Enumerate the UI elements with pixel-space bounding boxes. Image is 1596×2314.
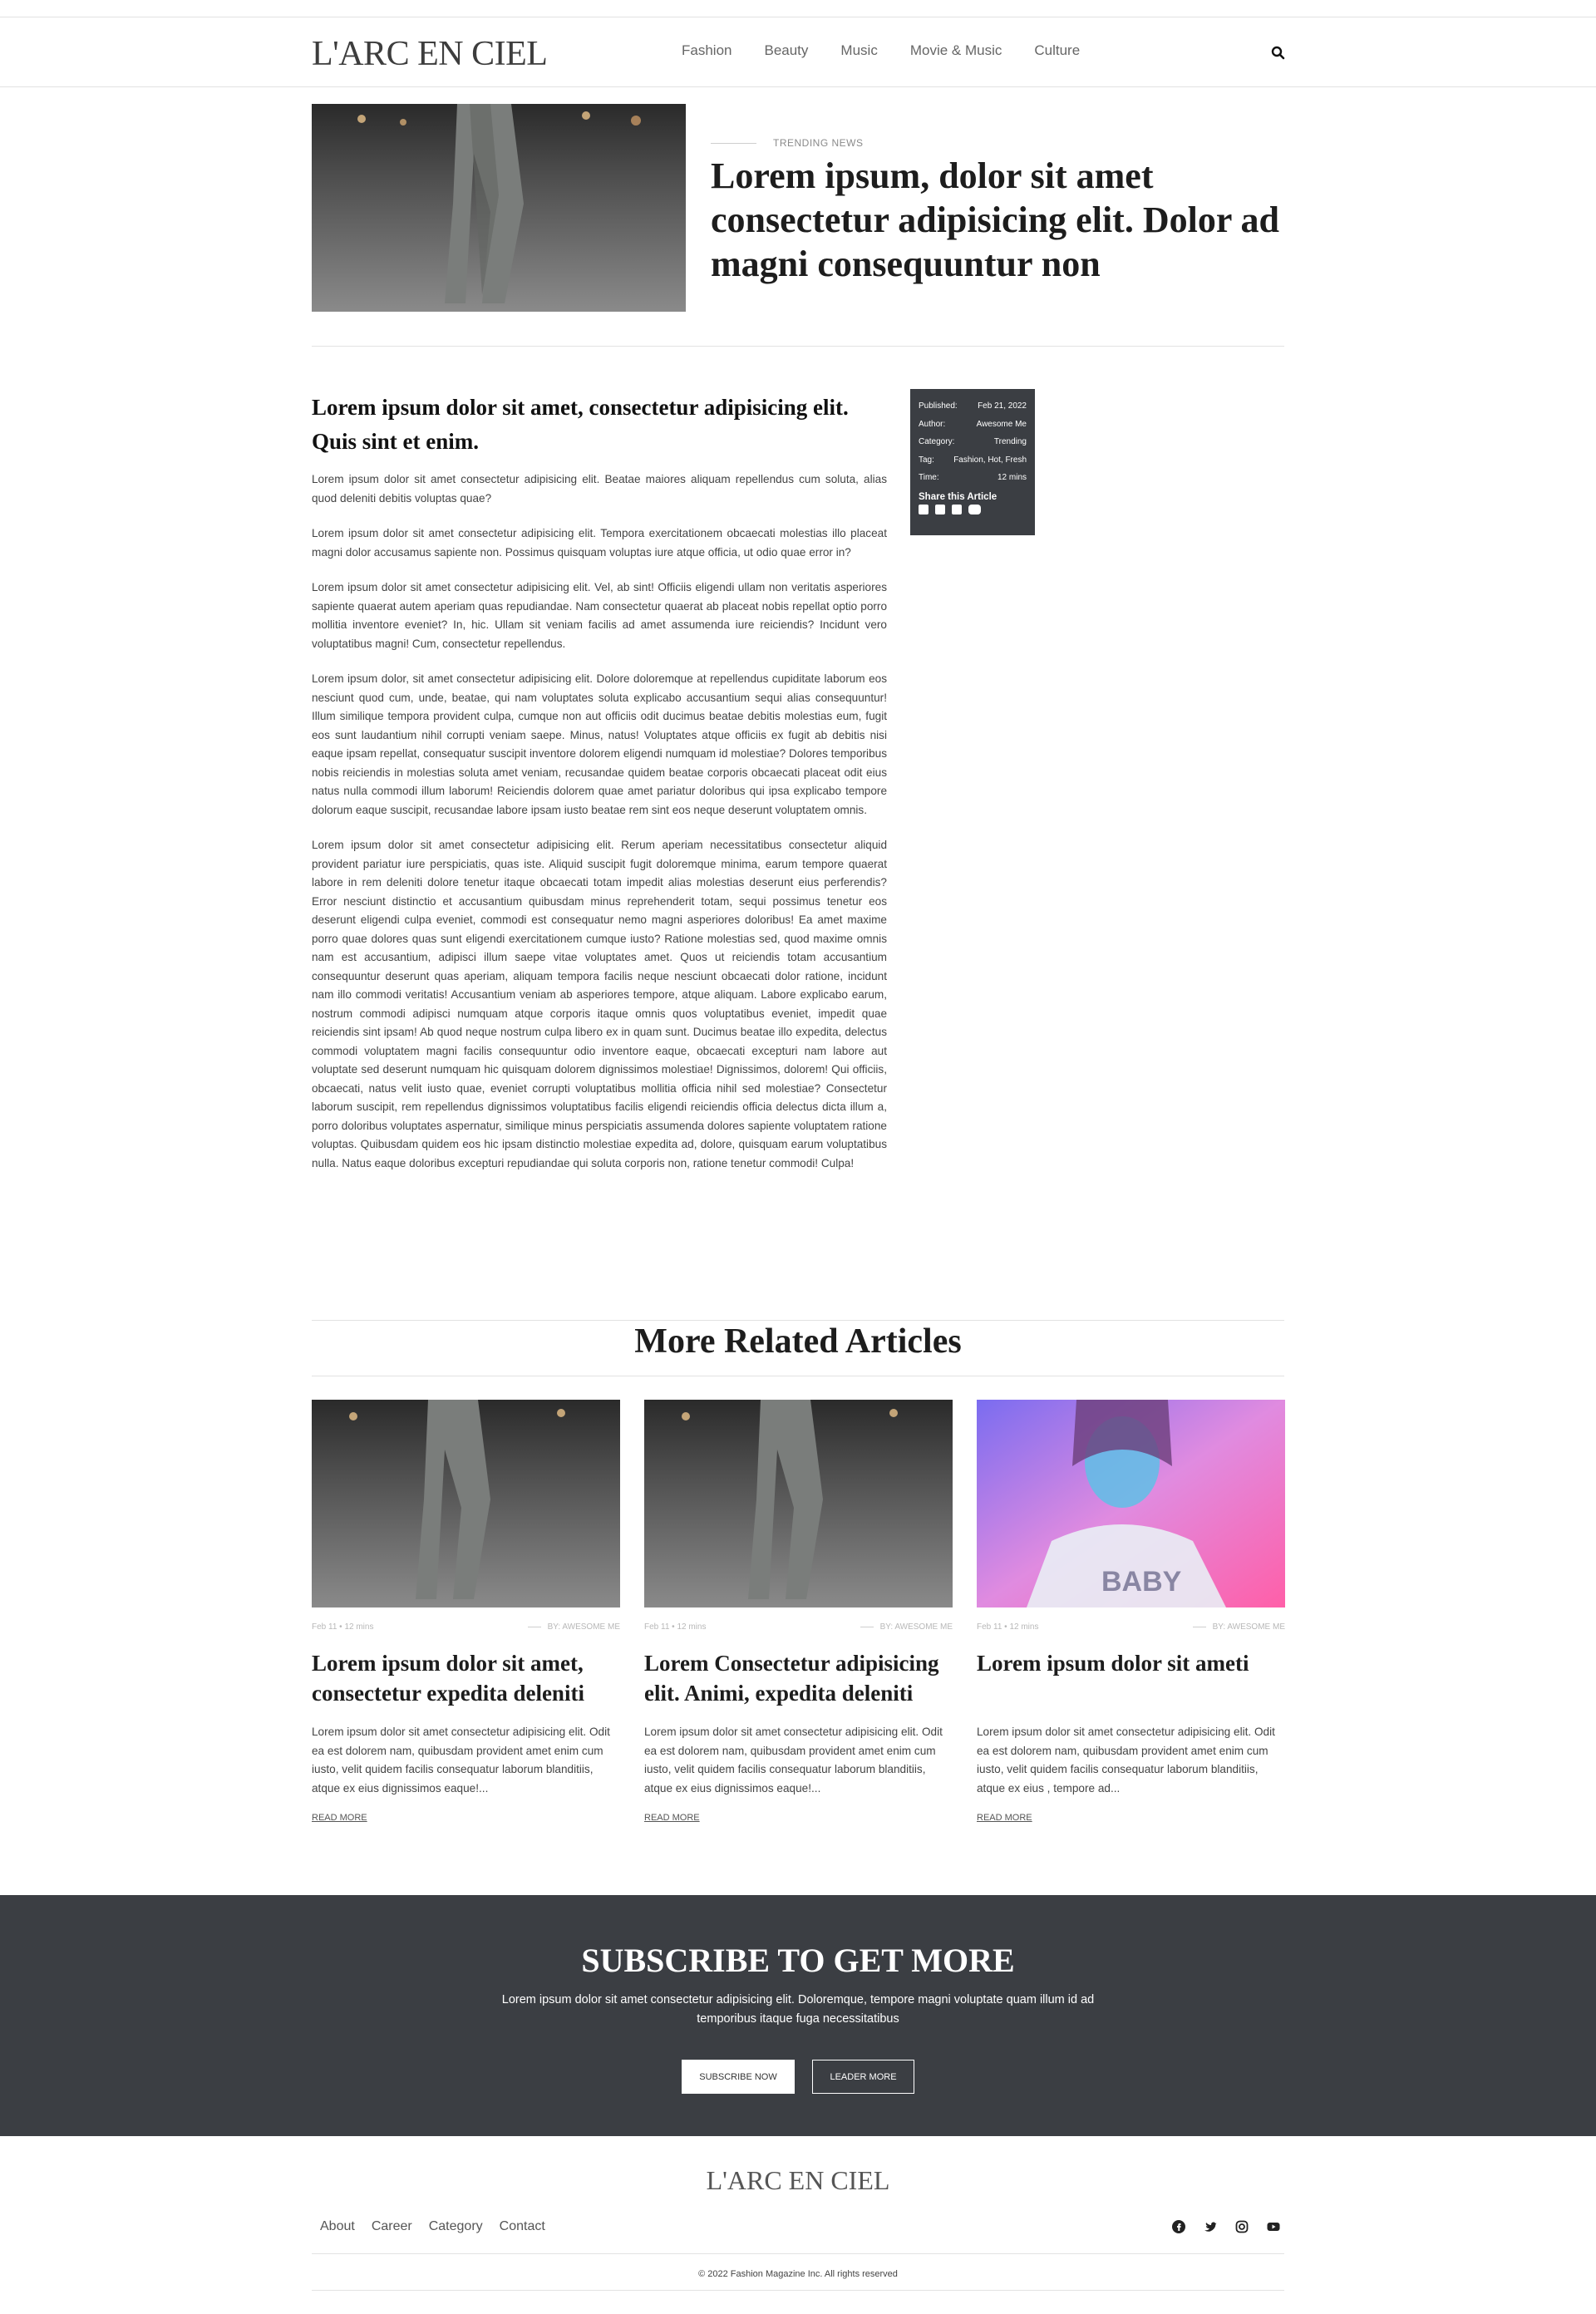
footer-link-about[interactable]: About bbox=[320, 2219, 355, 2234]
share-icons bbox=[919, 504, 1027, 514]
nav-item-beauty[interactable]: Beauty bbox=[764, 42, 808, 59]
youtube-icon[interactable] bbox=[1267, 2220, 1280, 2233]
meta-row-time: Time: 12 mins bbox=[919, 469, 1027, 487]
card-date: Feb 11 • 12 mins bbox=[977, 1622, 1039, 1632]
related-card: Feb 11 • 12 mins BY: AWESOME ME Lorem Co… bbox=[644, 1400, 953, 1824]
card-author-label: BY: AWESOME ME bbox=[547, 1622, 620, 1632]
card-excerpt: Lorem ipsum dolor sit amet consectetur a… bbox=[644, 1726, 943, 1795]
meta-value: Trending bbox=[993, 437, 1027, 446]
article-paragraph: Lorem ipsum dolor sit amet consectetur a… bbox=[312, 473, 887, 505]
instagram-icon[interactable] bbox=[952, 504, 962, 514]
footer-link-career[interactable]: Career bbox=[372, 2219, 412, 2234]
card-title[interactable]: Lorem ipsum dolor sit ameti bbox=[977, 1648, 1285, 1713]
youtube-icon[interactable] bbox=[968, 504, 981, 514]
nav-item-music[interactable]: Music bbox=[840, 42, 877, 59]
card-author: BY: AWESOME ME bbox=[527, 1622, 620, 1632]
meta-label: Category: bbox=[919, 437, 955, 446]
leader-more-button[interactable]: LEADER MORE bbox=[812, 2060, 914, 2094]
article-paragraph: Lorem ipsum dolor, sit amet consectetur … bbox=[312, 672, 887, 816]
meta-value: Awesome Me bbox=[976, 419, 1027, 429]
nav-item-movie-music[interactable]: Movie & Music bbox=[910, 42, 1002, 59]
footer-link-category[interactable]: Category bbox=[429, 2219, 483, 2234]
card-date: Feb 11 • 12 mins bbox=[312, 1622, 374, 1632]
read-more-link[interactable]: READ MORE bbox=[644, 1813, 700, 1823]
meta-row-published: Published: Feb 21, 2022 bbox=[919, 397, 1027, 416]
meta-label: Author: bbox=[919, 419, 946, 429]
footer-divider bbox=[312, 2253, 1284, 2254]
meta-label: Time: bbox=[919, 473, 939, 482]
card-excerpt: Lorem ipsum dolor sit amet consectetur a… bbox=[977, 1726, 1275, 1795]
article-paragraph: Lorem ipsum dolor sit amet consectetur a… bbox=[312, 527, 887, 559]
article-meta-box: Published: Feb 21, 2022 Author: Awesome Me… bbox=[910, 389, 1035, 535]
article-lead: Lorem ipsum dolor sit amet, consectetur … bbox=[312, 395, 849, 454]
hero-image[interactable] bbox=[312, 104, 686, 312]
meta-value: 12 mins bbox=[997, 473, 1027, 482]
footer-nav: About Career Category Contact bbox=[320, 2219, 562, 2234]
card-meta: Feb 11 • 12 mins BY: AWESOME ME bbox=[644, 1622, 953, 1632]
meta-value: Feb 21, 2022 bbox=[978, 401, 1027, 411]
share-title: Share this Article bbox=[919, 491, 998, 502]
read-more-link[interactable]: READ MORE bbox=[977, 1813, 1032, 1823]
facebook-icon[interactable] bbox=[919, 504, 929, 514]
card-title[interactable]: Lorem ipsum dolor sit amet, consectetur … bbox=[312, 1648, 620, 1713]
footer-divider bbox=[312, 2290, 1284, 2291]
instagram-icon[interactable] bbox=[1235, 2220, 1249, 2233]
search-icon[interactable] bbox=[1270, 45, 1287, 62]
nav-item-fashion[interactable]: Fashion bbox=[682, 42, 732, 59]
card-image[interactable] bbox=[312, 1400, 620, 1607]
facebook-icon[interactable] bbox=[1172, 2220, 1185, 2233]
copyright: © 2022 Fashion Magazine Inc. All rights … bbox=[698, 2269, 898, 2279]
footer-logo[interactable]: L'ARC EN CIEL bbox=[0, 2165, 1596, 2196]
section-divider bbox=[312, 346, 1284, 347]
card-author: BY: AWESOME ME bbox=[860, 1622, 953, 1632]
card-meta: Feb 11 • 12 mins BY: AWESOME ME bbox=[977, 1622, 1285, 1632]
meta-row-author: Author: Awesome Me bbox=[919, 416, 1027, 434]
meta-label: Published: bbox=[919, 401, 958, 411]
article-paragraph: Lorem ipsum dolor sit amet consectetur a… bbox=[312, 581, 887, 650]
subscribe-now-button[interactable]: SUBSCRIBE NOW bbox=[682, 2060, 795, 2094]
kicker-label: TRENDING NEWS bbox=[773, 137, 864, 149]
card-author: BY: AWESOME ME bbox=[1192, 1622, 1285, 1632]
article-paragraph: Lorem ipsum dolor sit amet consectetur a… bbox=[312, 839, 887, 1169]
twitter-icon[interactable] bbox=[935, 504, 945, 514]
card-meta: Feb 11 • 12 mins BY: AWESOME ME bbox=[312, 1622, 620, 1632]
hero-kicker: TRENDING NEWS bbox=[711, 137, 864, 149]
card-excerpt: Lorem ipsum dolor sit amet consectetur a… bbox=[312, 1726, 610, 1795]
meta-label: Tag: bbox=[919, 455, 934, 465]
read-more-link[interactable]: READ MORE bbox=[312, 1813, 367, 1823]
nav-item-culture[interactable]: Culture bbox=[1034, 42, 1080, 59]
card-author-label: BY: AWESOME ME bbox=[1212, 1622, 1285, 1632]
article-body: Lorem ipsum dolor sit amet consectetur a… bbox=[312, 470, 887, 1189]
footer-link-contact[interactable]: Contact bbox=[500, 2219, 545, 2234]
meta-row-tag: Tag: Fashion, Hot, Fresh bbox=[919, 451, 1027, 470]
card-image[interactable] bbox=[644, 1400, 953, 1607]
card-author-label: BY: AWESOME ME bbox=[879, 1622, 953, 1632]
related-title: More Related Articles bbox=[634, 1322, 962, 1361]
footer-social bbox=[1172, 2220, 1280, 2233]
subscribe-title: SUBSCRIBE TO GET MORE bbox=[581, 1942, 1015, 1979]
card-title[interactable]: Lorem Consectetur adipisicing elit. Anim… bbox=[644, 1648, 953, 1713]
meta-row-category: Category: Trending bbox=[919, 433, 1027, 451]
subscribe-section: SUBSCRIBE TO GET MORE Lorem ipsum dolor … bbox=[0, 1895, 1596, 2136]
card-date: Feb 11 • 12 mins bbox=[644, 1622, 707, 1632]
meta-value: Fashion, Hot, Fresh bbox=[953, 455, 1027, 465]
site-logo[interactable]: L'ARC EN CIEL bbox=[312, 34, 548, 74]
svg-text:BABY: BABY bbox=[1101, 1566, 1182, 1598]
related-card: BABY Feb 11 • 12 mins BY: AWESOME ME Lor… bbox=[977, 1400, 1285, 1824]
twitter-icon[interactable] bbox=[1204, 2220, 1217, 2233]
main-nav: Fashion Beauty Music Movie & Music Cultu… bbox=[682, 42, 1112, 59]
site-header: L'ARC EN CIEL Fashion Beauty Music Movie… bbox=[0, 17, 1596, 87]
related-card: Feb 11 • 12 mins BY: AWESOME ME Lorem ip… bbox=[312, 1400, 620, 1824]
hero-title[interactable]: Lorem ipsum, dolor sit amet consectetur … bbox=[711, 154, 1309, 286]
kicker-line bbox=[711, 142, 756, 144]
subscribe-text: Lorem ipsum dolor sit amet consectetur a… bbox=[501, 1993, 1095, 2026]
card-image[interactable]: BABY bbox=[977, 1400, 1285, 1607]
section-divider bbox=[312, 1320, 1284, 1321]
